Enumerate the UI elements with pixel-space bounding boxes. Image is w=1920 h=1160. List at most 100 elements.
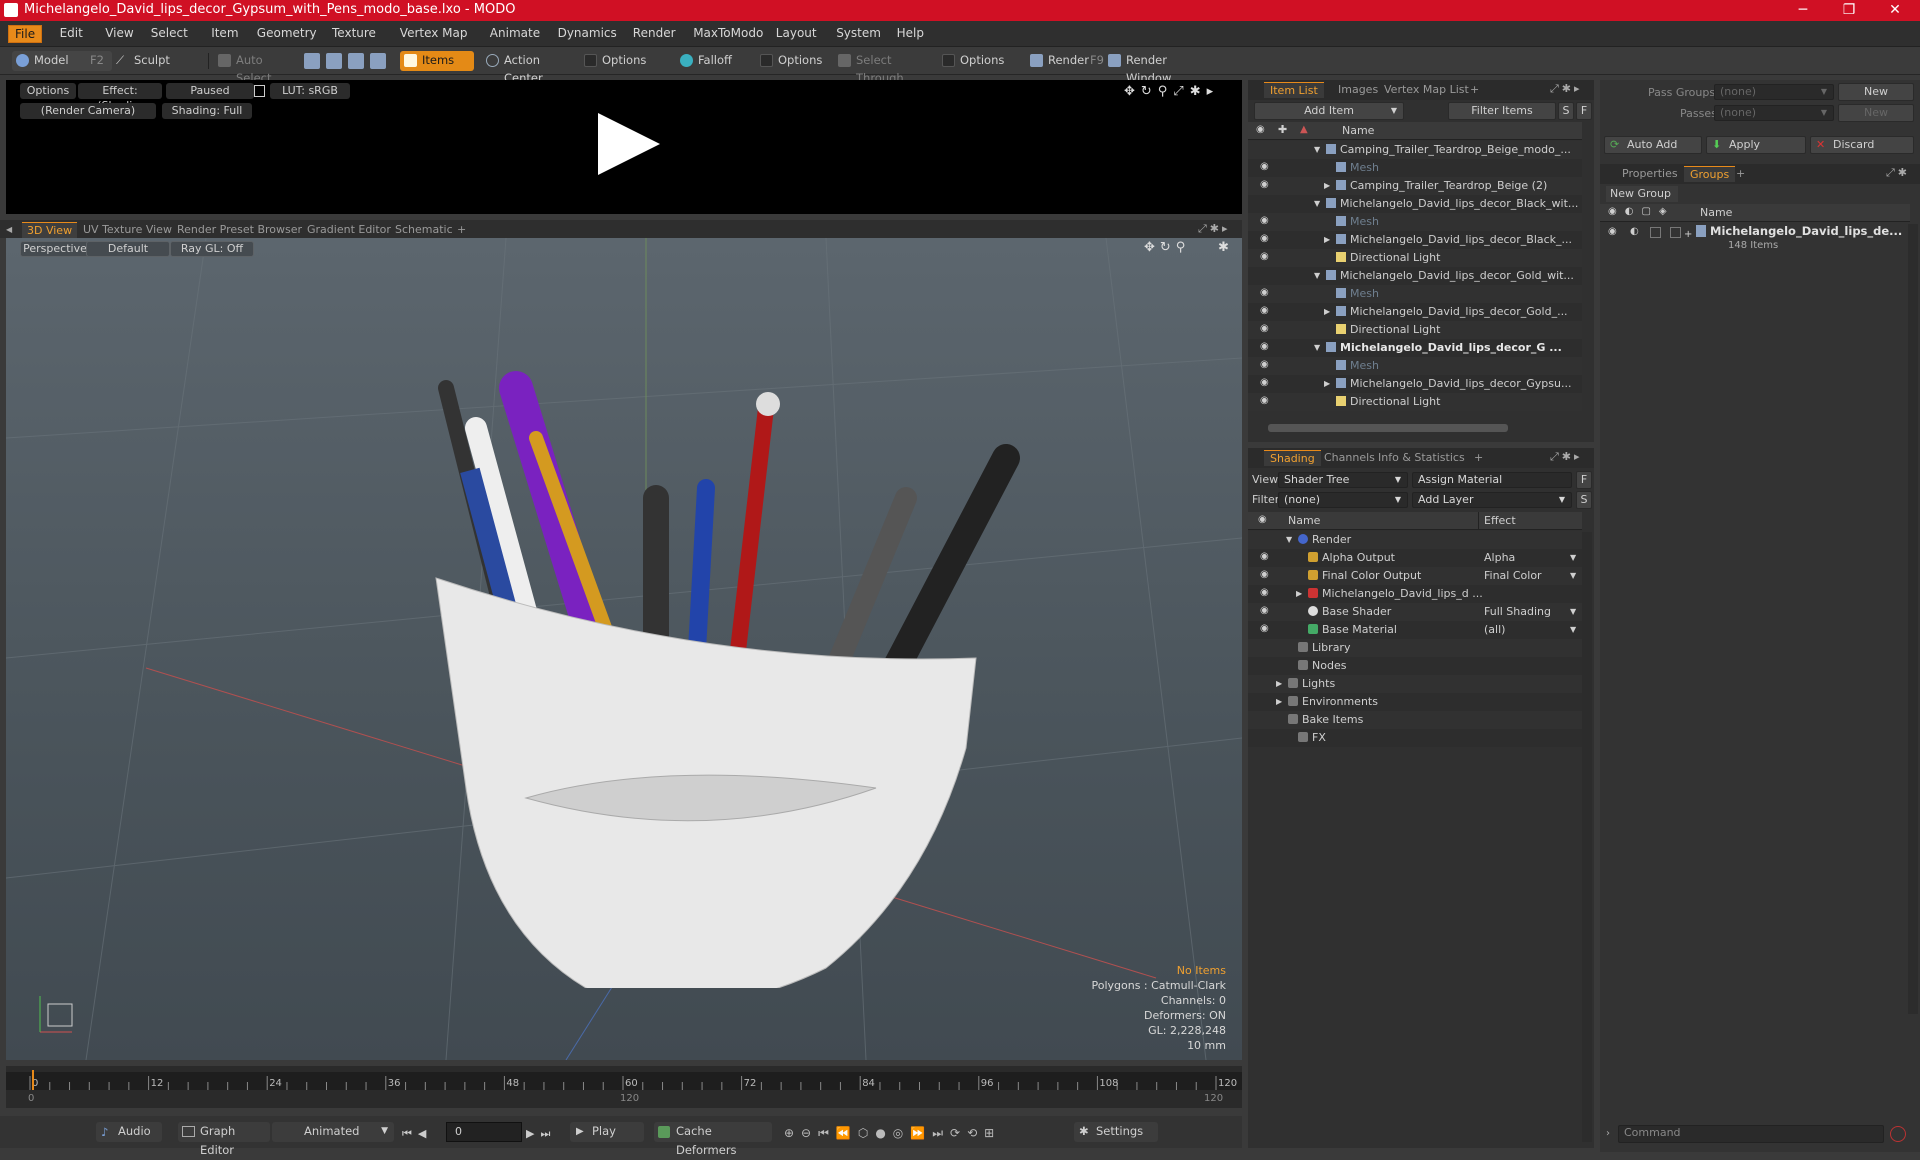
- discard-button[interactable]: ✕ Discard: [1810, 136, 1914, 154]
- item-row[interactable]: ◉ Directional Light: [1248, 249, 1582, 267]
- shader-row[interactable]: ▶ Lights: [1248, 675, 1582, 693]
- cache-deformers-button[interactable]: Cache Deformers: [654, 1122, 772, 1157]
- tab-info-statistics[interactable]: Info & Statistics: [1372, 450, 1471, 466]
- tab-schematic[interactable]: Schematic: [390, 222, 458, 238]
- expand-arrow-icon[interactable]: ▶: [1296, 585, 1302, 602]
- shader-row[interactable]: ◉ Base Shader Full Shading ▼: [1248, 603, 1582, 621]
- view-dropdown[interactable]: Shader Tree ▼: [1278, 472, 1408, 488]
- shader-row[interactable]: ◉ ▶ Michelangelo_David_lips_d ...: [1248, 585, 1582, 603]
- paused-button[interactable]: Paused: [166, 83, 254, 99]
- tab-images[interactable]: Images: [1332, 82, 1384, 98]
- item-row[interactable]: ◉ Directional Light: [1248, 321, 1582, 339]
- 3d-viewport[interactable]: Perspective Default Ray GL: Off ✥↻⚲ ✱ No…: [6, 238, 1242, 1060]
- options-button-3[interactable]: Options: [938, 51, 1018, 71]
- close-icon[interactable]: ✕: [1872, 0, 1918, 21]
- group-row[interactable]: ◉ ◐ + Michelangelo_David_lips_de... 148 …: [1600, 223, 1910, 257]
- expand-arrow-icon[interactable]: ▶: [1276, 675, 1282, 692]
- visibility-icon[interactable]: ◉: [1260, 552, 1271, 563]
- visibility-icon[interactable]: ◉: [1260, 252, 1271, 263]
- item-row[interactable]: ◉ ▶ Camping_Trailer_Teardrop_Beige (2): [1248, 177, 1582, 195]
- visibility-icon[interactable]: ◉: [1260, 624, 1271, 635]
- auto-select-button[interactable]: Auto Select: [214, 51, 298, 85]
- passes-dropdown[interactable]: (none) ▼: [1714, 105, 1834, 121]
- menu-vertex-map[interactable]: Vertex Map: [394, 25, 474, 43]
- expand-arrow-icon[interactable]: ▼: [1314, 195, 1320, 212]
- item-row[interactable]: ◉ ▶ Michelangelo_David_lips_decor_Gold_...: [1248, 303, 1582, 321]
- filter-items-button[interactable]: Filter Items: [1448, 102, 1556, 120]
- preview-options-button[interactable]: Options: [20, 83, 76, 99]
- menu-dynamics[interactable]: Dynamics: [552, 25, 623, 43]
- add-tab-icon[interactable]: +: [1468, 450, 1489, 466]
- tab-properties[interactable]: Properties: [1616, 166, 1684, 182]
- shader-row[interactable]: FX: [1248, 729, 1582, 747]
- item-row[interactable]: ◉ Directional Light: [1248, 393, 1582, 411]
- visibility-icon[interactable]: ◉: [1260, 162, 1271, 173]
- visibility-icon[interactable]: ◉: [1260, 378, 1271, 389]
- effect-dropdown-icon[interactable]: ▼: [1570, 567, 1576, 584]
- visibility-icon[interactable]: ◉: [1260, 216, 1271, 227]
- item-row[interactable]: ◉ Mesh: [1248, 213, 1582, 231]
- panel-controls-icons[interactable]: ⤢✱: [1886, 166, 1910, 180]
- select-checkbox[interactable]: [1670, 227, 1681, 238]
- tab-groups[interactable]: Groups: [1684, 166, 1736, 182]
- effect-value[interactable]: Full Shading: [1484, 603, 1551, 620]
- perspective-dropdown[interactable]: Perspective: [20, 241, 90, 257]
- settings-button[interactable]: ✱ Settings: [1074, 1122, 1158, 1142]
- select-through-button[interactable]: Select Through: [834, 51, 934, 85]
- expand-arrow-icon[interactable]: ▼: [1314, 339, 1320, 356]
- raygl-dropdown[interactable]: Ray GL: Off: [170, 241, 254, 257]
- item-row[interactable]: ◉ ▼ Michelangelo_David_lips_decor_G ...: [1248, 339, 1582, 357]
- render-camera-dropdown[interactable]: (Render Camera): [20, 103, 156, 119]
- add-item-dropdown[interactable]: Add Item ▼: [1254, 102, 1404, 120]
- play-icon[interactable]: [594, 109, 664, 179]
- tab-shading[interactable]: Shading: [1264, 450, 1321, 466]
- item-row[interactable]: ▼ Michelangelo_David_lips_decor_Black_wit…: [1248, 195, 1582, 213]
- auto-add-button[interactable]: ⟳ Auto Add: [1604, 136, 1702, 154]
- polygons-mode-icon[interactable]: [348, 53, 364, 69]
- menu-edit[interactable]: Edit: [54, 25, 89, 43]
- item-row[interactable]: ◉ Mesh: [1248, 285, 1582, 303]
- minimize-icon[interactable]: ─: [1780, 0, 1826, 21]
- lock-icon[interactable]: [254, 85, 265, 97]
- shader-row[interactable]: ◉ Alpha Output Alpha ▼: [1248, 549, 1582, 567]
- animated-dropdown[interactable]: Animated ▼: [272, 1122, 394, 1142]
- options-button-1[interactable]: Options: [580, 51, 672, 71]
- menu-select[interactable]: Select: [145, 25, 194, 43]
- default-dropdown[interactable]: Default: [86, 241, 170, 257]
- effect-dropdown-icon[interactable]: ▼: [1570, 621, 1576, 638]
- graph-editor-button[interactable]: Graph Editor: [178, 1122, 270, 1157]
- visibility-icon[interactable]: ◉: [1260, 588, 1271, 599]
- expand-arrow-icon[interactable]: ▶: [1276, 693, 1282, 710]
- tab-vertex-map-list[interactable]: Vertex Map List: [1378, 82, 1475, 98]
- visibility-icon[interactable]: ◉: [1260, 606, 1271, 617]
- render-window-button[interactable]: Render Window: [1104, 51, 1210, 85]
- shader-row[interactable]: Nodes: [1248, 657, 1582, 675]
- menu-render[interactable]: Render: [627, 25, 682, 43]
- item-row[interactable]: ▼ Michelangelo_David_lips_decor_Gold_wit.…: [1248, 267, 1582, 285]
- panel-controls-icons[interactable]: ⤢✱▸: [1550, 450, 1583, 464]
- expand-arrow-icon[interactable]: ▼: [1314, 267, 1320, 284]
- items-mode-button[interactable]: Items: [400, 51, 474, 71]
- viewport-nav-icons[interactable]: ✥↻⚲: [1144, 240, 1190, 255]
- sculpt-button[interactable]: ⟋ Sculpt: [112, 51, 202, 71]
- pass-groups-dropdown[interactable]: (none) ▼: [1714, 84, 1834, 100]
- render-button[interactable]: Render F9: [1026, 51, 1106, 71]
- new-pass-button[interactable]: New: [1838, 104, 1914, 122]
- options-button-2[interactable]: Options: [756, 51, 836, 71]
- new-pass-group-button[interactable]: New: [1838, 83, 1914, 101]
- key-controls-icons[interactable]: ⊕⊖⏮⏪⬡●◎⏩⏭⟳⟲⊞: [784, 1126, 1001, 1141]
- expand-arrow-icon[interactable]: ▶: [1324, 303, 1330, 320]
- new-group-button[interactable]: New Group: [1606, 186, 1678, 202]
- expand-arrow-icon[interactable]: ▶: [1324, 375, 1330, 392]
- model-button[interactable]: Model F2: [12, 51, 112, 71]
- item-row[interactable]: ▼ Camping_Trailer_Teardrop_Beige_modo_...: [1248, 141, 1582, 159]
- expand-icon[interactable]: +: [1684, 229, 1692, 240]
- add-layer-dropdown[interactable]: Add Layer ▼: [1412, 492, 1572, 508]
- effect-value[interactable]: (all): [1484, 621, 1505, 638]
- shading-scrollbar[interactable]: [1582, 532, 1592, 1142]
- visibility-icon[interactable]: ◉: [1260, 288, 1271, 299]
- visibility-icon[interactable]: ◉: [1260, 234, 1271, 245]
- visibility-icon[interactable]: ◉: [1260, 360, 1271, 371]
- edges-mode-icon[interactable]: [326, 53, 342, 69]
- materials-mode-icon[interactable]: [370, 53, 386, 69]
